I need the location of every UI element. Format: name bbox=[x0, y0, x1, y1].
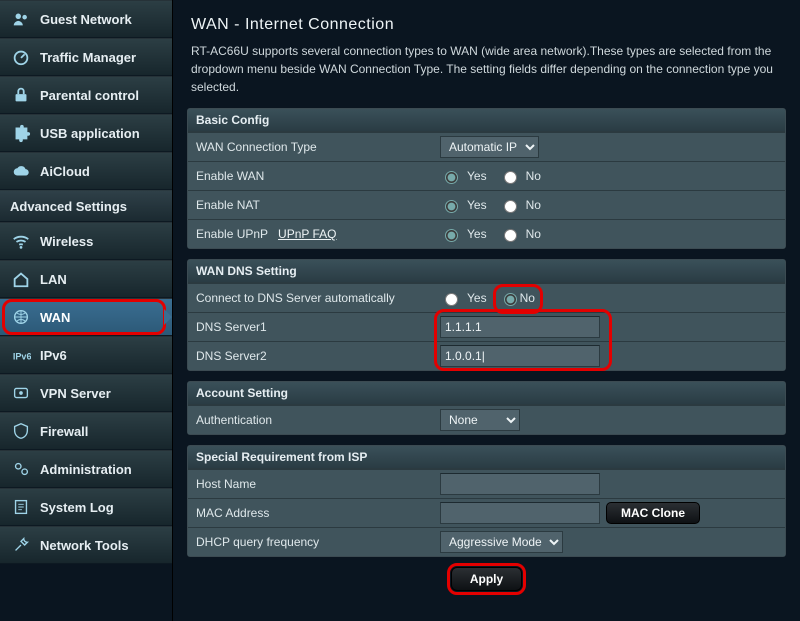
enable-nat-no-radio[interactable] bbox=[504, 200, 517, 213]
highlight-no-radio bbox=[493, 284, 543, 314]
enable-nat-yes-radio[interactable] bbox=[445, 200, 458, 213]
sidebar-item-firewall[interactable]: Firewall bbox=[0, 412, 172, 450]
dns1-input[interactable] bbox=[440, 316, 600, 338]
wan-dns-header: WAN DNS Setting bbox=[188, 260, 785, 283]
shield-icon bbox=[10, 420, 32, 442]
sidebar-item-wan[interactable]: WAN bbox=[0, 298, 172, 336]
enable-wan-no-radio[interactable] bbox=[504, 171, 517, 184]
sidebar-item-traffic-manager[interactable]: Traffic Manager bbox=[0, 38, 172, 76]
sidebar-item-label: LAN bbox=[40, 272, 67, 287]
main-content: WAN - Internet Connection RT-AC66U suppo… bbox=[173, 0, 800, 621]
account-panel: Account Setting Authentication None bbox=[187, 381, 786, 435]
users-icon bbox=[10, 8, 32, 30]
mac-clone-button[interactable]: MAC Clone bbox=[606, 502, 700, 524]
sidebar-item-label: AiCloud bbox=[40, 164, 90, 179]
sidebar-item-usb-application[interactable]: USB application bbox=[0, 114, 172, 152]
sidebar-item-label: Traffic Manager bbox=[40, 50, 136, 65]
dns-auto-yes-radio[interactable] bbox=[445, 293, 458, 306]
sidebar-item-parental-control[interactable]: Parental control bbox=[0, 76, 172, 114]
puzzle-icon bbox=[10, 122, 32, 144]
dns-auto-label: Connect to DNS Server automatically bbox=[188, 287, 434, 309]
lock-icon bbox=[10, 84, 32, 106]
sidebar-item-label: System Log bbox=[40, 500, 114, 515]
basic-config-header: Basic Config bbox=[188, 109, 785, 132]
authentication-label: Authentication bbox=[188, 409, 434, 431]
enable-upnp-yes-radio[interactable] bbox=[445, 229, 458, 242]
cloud-icon bbox=[10, 160, 32, 182]
sidebar-item-label: Network Tools bbox=[40, 538, 129, 553]
sidebar-item-label: Guest Network bbox=[40, 12, 132, 27]
enable-upnp-label: Enable UPnPUPnP FAQ bbox=[188, 223, 434, 245]
dhcp-freq-select[interactable]: Aggressive Mode bbox=[440, 531, 563, 553]
sidebar-item-network-tools[interactable]: Network Tools bbox=[0, 526, 172, 564]
gauge-icon bbox=[10, 46, 32, 68]
ipv6-icon: IPv6 bbox=[10, 344, 32, 366]
page-description: RT-AC66U supports several connection typ… bbox=[191, 42, 782, 96]
apply-button[interactable]: Apply bbox=[451, 567, 522, 591]
basic-config-panel: Basic Config WAN Connection Type Automat… bbox=[187, 108, 786, 249]
enable-nat-label: Enable NAT bbox=[188, 194, 434, 216]
sidebar-item-system-log[interactable]: System Log bbox=[0, 488, 172, 526]
globe-icon bbox=[10, 306, 32, 328]
sidebar-item-label: Parental control bbox=[40, 88, 139, 103]
dns2-label: DNS Server2 bbox=[188, 345, 434, 367]
dns-auto-no-radio[interactable] bbox=[504, 293, 517, 306]
gears-icon bbox=[10, 458, 32, 480]
host-name-input[interactable] bbox=[440, 473, 600, 495]
sidebar-item-label: Administration bbox=[40, 462, 132, 477]
sidebar-item-label: Firewall bbox=[40, 424, 88, 439]
sidebar-item-label: Wireless bbox=[40, 234, 93, 249]
isp-panel: Special Requirement from ISP Host Name M… bbox=[187, 445, 786, 557]
sidebar-item-lan[interactable]: LAN bbox=[0, 260, 172, 298]
wifi-icon bbox=[10, 230, 32, 252]
mac-address-label: MAC Address bbox=[188, 502, 434, 524]
account-header: Account Setting bbox=[188, 382, 785, 405]
home-icon bbox=[10, 268, 32, 290]
sidebar-item-administration[interactable]: Administration bbox=[0, 450, 172, 488]
dhcp-freq-label: DHCP query frequency bbox=[188, 531, 434, 553]
wan-connection-type-label: WAN Connection Type bbox=[188, 136, 434, 158]
sidebar-item-guest-network[interactable]: Guest Network bbox=[0, 0, 172, 38]
sidebar-item-vpn-server[interactable]: VPN Server bbox=[0, 374, 172, 412]
sidebar-item-wireless[interactable]: Wireless bbox=[0, 222, 172, 260]
enable-wan-yes-radio[interactable] bbox=[445, 171, 458, 184]
log-icon bbox=[10, 496, 32, 518]
advanced-settings-header: Advanced Settings bbox=[0, 190, 172, 222]
wan-dns-panel: WAN DNS Setting Connect to DNS Server au… bbox=[187, 259, 786, 371]
mac-address-input[interactable] bbox=[440, 502, 600, 524]
isp-header: Special Requirement from ISP bbox=[188, 446, 785, 469]
host-name-label: Host Name bbox=[188, 473, 434, 495]
vpn-icon bbox=[10, 382, 32, 404]
upnp-faq-link[interactable]: UPnP FAQ bbox=[278, 227, 336, 241]
sidebar-item-label: IPv6 bbox=[40, 348, 67, 363]
sidebar-item-aicloud[interactable]: AiCloud bbox=[0, 152, 172, 190]
authentication-select[interactable]: None bbox=[440, 409, 520, 431]
page-title: WAN - Internet Connection bbox=[191, 16, 786, 34]
sidebar: Guest Network Traffic Manager Parental con… bbox=[0, 0, 173, 621]
dns2-input[interactable] bbox=[440, 345, 600, 367]
enable-wan-label: Enable WAN bbox=[188, 165, 434, 187]
dns1-label: DNS Server1 bbox=[188, 316, 434, 338]
tools-icon bbox=[10, 534, 32, 556]
sidebar-item-ipv6[interactable]: IPv6 IPv6 bbox=[0, 336, 172, 374]
svg-text:IPv6: IPv6 bbox=[13, 352, 31, 362]
sidebar-item-label: VPN Server bbox=[40, 386, 111, 401]
sidebar-item-label: WAN bbox=[40, 310, 70, 325]
enable-upnp-no-radio[interactable] bbox=[504, 229, 517, 242]
wan-connection-type-select[interactable]: Automatic IP bbox=[440, 136, 539, 158]
sidebar-item-label: USB application bbox=[40, 126, 140, 141]
